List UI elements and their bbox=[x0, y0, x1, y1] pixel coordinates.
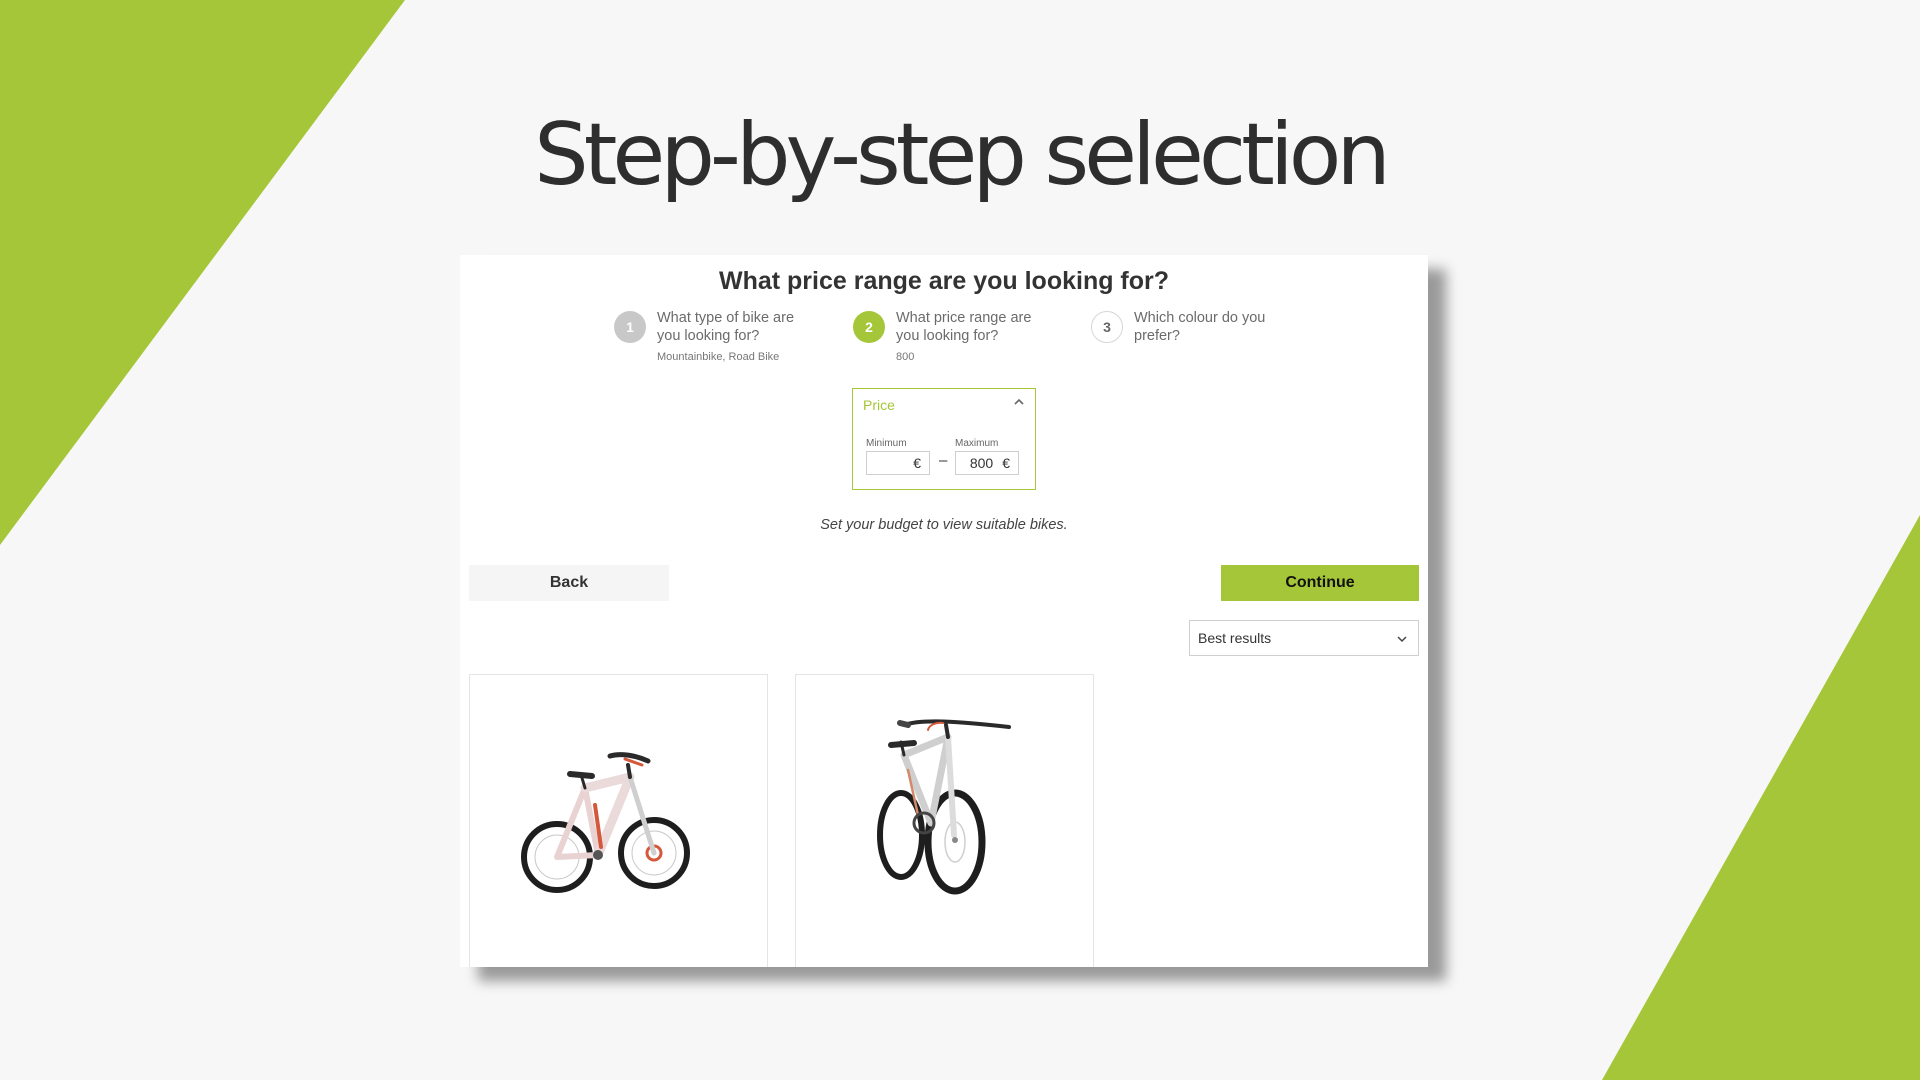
price-filter-title[interactable]: Price bbox=[863, 397, 895, 413]
currency-symbol: € bbox=[913, 455, 921, 471]
max-price-label: Maximum bbox=[955, 438, 999, 449]
product-card[interactable] bbox=[469, 674, 768, 967]
chevron-down-icon bbox=[1397, 636, 1407, 643]
continue-button[interactable]: Continue bbox=[1221, 565, 1419, 601]
step-number-badge: 2 bbox=[853, 311, 885, 343]
e-mountain-bike-image bbox=[521, 752, 690, 893]
back-button[interactable]: Back bbox=[469, 565, 669, 601]
step-answer: Mountainbike, Road Bike bbox=[657, 351, 780, 363]
question-heading: What price range are you looking for? bbox=[718, 267, 1170, 295]
range-separator: – bbox=[939, 452, 948, 469]
sort-selected-value: Best results bbox=[1198, 630, 1272, 646]
right-green-triangle bbox=[1602, 515, 1920, 1080]
price-filter: Price Minimum Maximum € – 800 € bbox=[852, 388, 1036, 490]
min-price-input[interactable]: € bbox=[866, 451, 930, 475]
currency-symbol: € bbox=[1002, 455, 1010, 471]
step-number-badge: 3 bbox=[1091, 311, 1123, 343]
min-price-label: Minimum bbox=[866, 438, 907, 449]
mountain-bike-image bbox=[877, 719, 1011, 895]
slide-title: Step-by-step selection bbox=[534, 105, 1391, 205]
left-green-triangle bbox=[0, 0, 405, 545]
max-price-value: 800 bbox=[969, 455, 994, 471]
chevron-up-icon[interactable] bbox=[1013, 396, 1025, 408]
budget-hint: Set your budget to view suitable bikes. bbox=[820, 517, 1068, 533]
product-card[interactable] bbox=[795, 674, 1094, 967]
step-label: What type of bike are you looking for? bbox=[657, 310, 795, 344]
step-label: Which colour do you prefer? bbox=[1134, 310, 1266, 344]
step-answer: 800 bbox=[896, 351, 915, 363]
step-label: What price range are you looking for? bbox=[896, 310, 1032, 344]
step-number-badge: 1 bbox=[614, 311, 646, 343]
bike-finder-panel: What price range are you looking for? 1 … bbox=[460, 255, 1428, 967]
max-price-input[interactable]: 800 € bbox=[955, 451, 1019, 475]
sort-select[interactable]: Best results bbox=[1189, 620, 1419, 656]
